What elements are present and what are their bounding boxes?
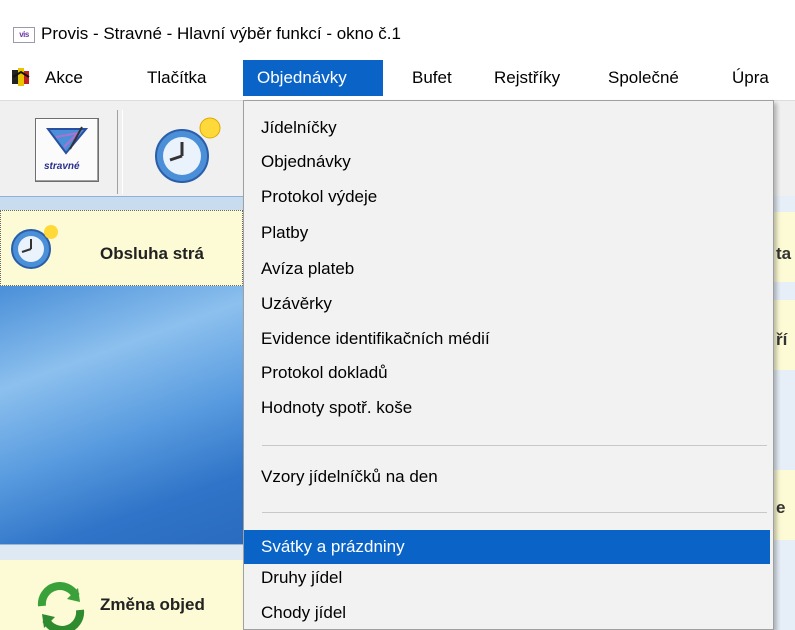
stravne-toolbar-button[interactable] xyxy=(35,118,99,182)
menu-upravy[interactable]: Úpra xyxy=(725,60,776,96)
blue-decorative-panel xyxy=(0,286,243,544)
menu-item-chody-jidel[interactable]: Chody jídel xyxy=(244,598,770,628)
zmena-label: Změna objed xyxy=(100,595,205,614)
panel-header-strip xyxy=(0,196,243,211)
clock-icon xyxy=(7,223,61,271)
menu-rejstriky[interactable]: Rejstříky xyxy=(487,60,567,96)
menu-separator xyxy=(262,445,767,446)
menu-item-objednavky[interactable]: Objednávky xyxy=(244,147,770,177)
menu-item-hodnoty-spotr-kose[interactable]: Hodnoty spotř. koše xyxy=(244,393,770,423)
menu-item-evidence-medii[interactable]: Evidence identifikačních médií xyxy=(244,324,770,354)
menu-item-platby[interactable]: Platby xyxy=(244,218,770,248)
menu-item-protokol-vydeje[interactable]: Protokol výdeje xyxy=(244,182,770,212)
refresh-icon xyxy=(34,582,88,630)
right-panel-label-c: e xyxy=(776,498,786,517)
menu-item-druhy-jidel[interactable]: Druhy jídel xyxy=(244,563,770,593)
panel-divider-strip xyxy=(0,544,243,561)
app-icon: vis xyxy=(13,27,35,43)
menu-akce[interactable]: Akce xyxy=(38,60,90,96)
stravne-label: stravné xyxy=(44,161,80,172)
menu-separator xyxy=(262,512,767,513)
menu-tlacitka[interactable]: Tlačítka xyxy=(140,60,214,96)
clock-icon xyxy=(155,117,221,183)
right-panel-label-b: ří xyxy=(776,330,788,349)
app-logo-icon[interactable] xyxy=(11,67,31,87)
toolbar-separator xyxy=(117,110,123,194)
clock-toolbar-button[interactable] xyxy=(140,110,240,194)
menu-bufet[interactable]: Bufet xyxy=(405,60,459,96)
right-panel-label-a: ta xyxy=(776,244,792,263)
menu-item-aviza-plateb[interactable]: Avíza plateb xyxy=(244,254,770,284)
menu-item-vzory-jidelnicku[interactable]: Vzory jídelníčků na den xyxy=(244,462,770,492)
window-title: Provis - Stravné - Hlavní výběr funkcí -… xyxy=(41,24,401,43)
menu-item-protokol-dokladu[interactable]: Protokol dokladů xyxy=(244,358,770,388)
obsluha-label: Obsluha strá xyxy=(100,244,204,263)
menu-item-jidelnicky[interactable]: Jídelníčky xyxy=(244,113,770,143)
menu-item-svatky-prazdniny[interactable]: Svátky a prázdniny xyxy=(244,530,770,564)
menu-item-uzaverky[interactable]: Uzávěrky xyxy=(244,289,770,319)
menu-objednavky[interactable]: Objednávky xyxy=(243,60,383,96)
menu-spolecne[interactable]: Společné xyxy=(601,60,686,96)
